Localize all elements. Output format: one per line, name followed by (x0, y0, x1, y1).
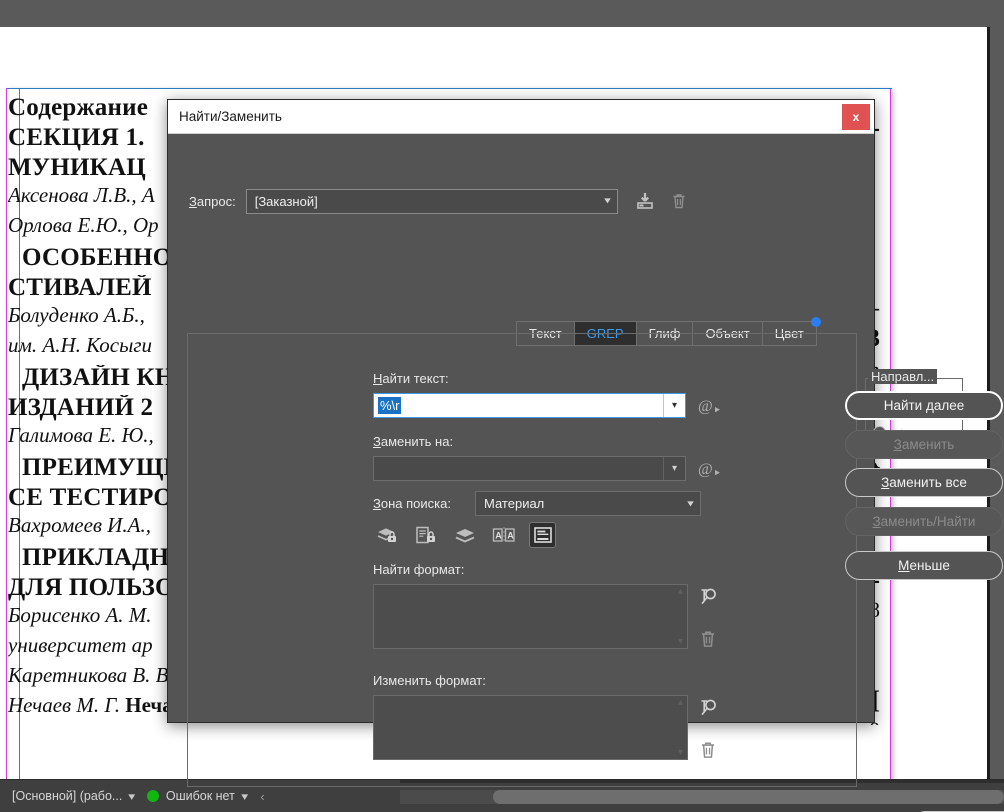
clear-find-attributes-icon[interactable] (695, 626, 721, 652)
document-line-text: Борисенко А. М. (8, 605, 152, 627)
query-label: Запрос: (189, 193, 236, 209)
document-line-text: ОСОБЕННО (22, 245, 173, 271)
svg-text:@: @ (698, 398, 713, 415)
page-preset-label: [Основной] (рабо... (12, 789, 123, 803)
include-locked-stories-icon[interactable] (412, 522, 439, 548)
document-line-text: СЕКЦИЯ 1. (8, 125, 145, 151)
replace-special-characters-icon[interactable]: @ (697, 458, 723, 480)
find-change-dialog: Найти/Заменить x Запрос: [Заказной] ▾ Те… (167, 99, 1004, 812)
chevron-down-icon: ▾ (677, 636, 683, 647)
query-select[interactable]: [Заказной] ▾ (245, 188, 618, 214)
replace-with-label: Заменить на: (373, 434, 454, 449)
document-line-text: университет ар (8, 635, 153, 657)
include-hidden-layers-icon[interactable] (451, 522, 478, 548)
document-line-text: МУНИКАЦ (8, 155, 146, 181)
chevron-down-icon[interactable]: ▾ (663, 457, 685, 480)
query-value: [Заказной] (254, 193, 318, 209)
replace-button: Заменить (845, 430, 1003, 459)
specify-change-attributes-icon[interactable] (695, 695, 721, 721)
clear-change-attributes-icon[interactable] (695, 737, 721, 763)
app-window: Содержание СЕКЦИЯ 1. МУНИКАЦ Аксенова Л.В.,… (0, 0, 1004, 812)
dialog-body: Запрос: [Заказной] ▾ Текст GREP Глиф Объ… (168, 134, 1004, 812)
document-line-text: СЕ ТЕСТИРО (8, 485, 174, 511)
chevron-down-icon[interactable]: ▾ (663, 394, 685, 417)
svg-text:A: A (495, 531, 502, 541)
document-line-text: Вахромеев И.А., (8, 515, 152, 537)
canvas-top-band (0, 0, 1004, 27)
search-scope-toggle-row: A A (373, 522, 556, 548)
page-preset-selector[interactable]: [Основной] (рабо... ▾ (6, 780, 141, 812)
document-line-text: Орлова Е.Ю., Ор (8, 215, 159, 237)
dialog-title-bar[interactable]: Найти/Заменить x (168, 100, 874, 134)
fewer-options-button[interactable]: Меньше (845, 551, 1003, 580)
document-line-text: ДЛЯ ПОЛЬЗО (8, 575, 175, 601)
include-footnotes-icon[interactable] (529, 522, 556, 548)
case-sensitive-icon[interactable]: A A (490, 522, 517, 548)
document-line-text: им. А.Н. Косыгu (8, 335, 153, 357)
tab-badge-icon (810, 317, 821, 327)
replace-find-button: Заменить/Найти (845, 507, 1003, 536)
horizontal-scrollbar[interactable] (400, 790, 1004, 804)
direction-legend: Направл... (868, 369, 938, 384)
find-format-box[interactable]: ▴ ▾ (373, 584, 688, 649)
document-line-text: ПРЕИМУЩЕ (22, 455, 181, 481)
find-format-label: Найти формат: (373, 562, 465, 577)
document-line-text: Галимова Е. Ю., (8, 425, 154, 447)
replace-all-button[interactable]: Заменить все (845, 468, 1003, 497)
chevron-down-icon: ▾ (677, 747, 683, 758)
include-locked-layers-icon[interactable] (373, 522, 400, 548)
page-top-guide (7, 88, 892, 89)
chevron-down-icon: ▾ (687, 498, 694, 509)
svg-text:@: @ (698, 461, 713, 478)
save-query-icon[interactable] (632, 188, 658, 214)
svg-text:A: A (507, 531, 514, 541)
chevron-down-icon: ▾ (603, 195, 611, 207)
document-line-text: Содержание (8, 95, 149, 121)
find-special-characters-icon[interactable]: @ (697, 395, 723, 417)
find-next-button[interactable]: Найти далее (845, 391, 1003, 420)
search-scope-label: Зона поиска: (373, 496, 451, 511)
find-text-input[interactable]: %\r ▾ (373, 393, 686, 418)
dialog-title: Найти/Заменить (179, 109, 282, 124)
document-line-text: ИЗДАНИЙ 2 (8, 395, 154, 421)
change-format-box[interactable]: ▴ ▾ (373, 695, 688, 760)
chevron-down-icon: ▾ (128, 790, 136, 803)
close-icon[interactable]: x (842, 103, 870, 130)
horizontal-scrollbar-thumb[interactable] (493, 790, 1004, 804)
change-format-label: Изменить формат: (373, 673, 486, 688)
previous-page-button[interactable]: ‹ (253, 789, 271, 804)
chevron-down-icon: ▾ (241, 790, 249, 803)
document-line-text: Болуденко А.Б., (8, 305, 145, 327)
specify-find-attributes-icon[interactable] (695, 584, 721, 610)
delete-query-icon[interactable] (666, 188, 692, 214)
query-row: Запрос: [Заказной] ▾ (189, 188, 692, 214)
document-line-text: ПРИКЛАДН (22, 545, 170, 571)
search-scope-value: Материал (484, 496, 545, 511)
preflight-status-label: Ошибок нет (165, 789, 235, 803)
replace-with-input[interactable]: ▾ (373, 456, 686, 481)
search-scope-select[interactable]: Материал ▾ (475, 491, 701, 516)
document-line-text: СТИВАЛЕЙ (8, 275, 152, 301)
chevron-up-icon: ▴ (677, 697, 683, 708)
find-text-value: %\r (378, 397, 401, 414)
status-ok-dot-icon (146, 790, 159, 802)
document-line-text: ДИЗАЙН КН (22, 365, 175, 391)
find-text-label: Найти текст: (373, 371, 449, 386)
chevron-up-icon: ▴ (677, 586, 683, 597)
document-line-text: Аксенова Л.В., А (8, 185, 155, 207)
